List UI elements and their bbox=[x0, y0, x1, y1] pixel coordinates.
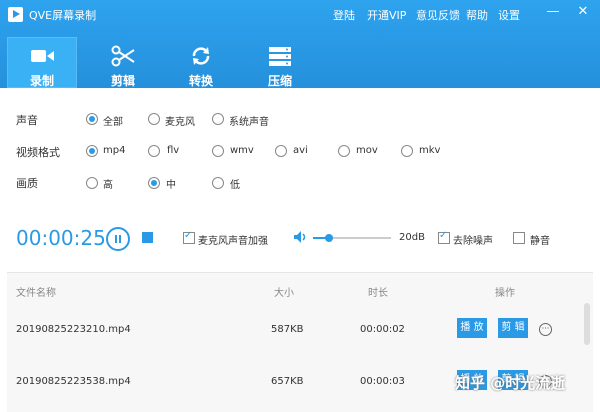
format-mkv-radio[interactable] bbox=[401, 145, 413, 157]
volume-slider-handle[interactable] bbox=[324, 234, 333, 242]
tab-convert[interactable]: 转换 bbox=[166, 37, 236, 88]
format-mp4-label: mp4 bbox=[103, 145, 126, 156]
tab-edit[interactable]: 剪辑 bbox=[88, 37, 158, 88]
scissors-icon bbox=[111, 45, 135, 67]
quality-medium-label: 中 bbox=[166, 180, 176, 191]
minimize-button[interactable]: — bbox=[544, 4, 562, 19]
login-link[interactable]: 登陆 bbox=[333, 7, 355, 23]
close-button[interactable]: ✕ bbox=[574, 4, 592, 19]
file-duration: 00:00:02 bbox=[360, 324, 405, 335]
format-avi-radio[interactable] bbox=[275, 145, 287, 157]
quality-low-radio[interactable] bbox=[212, 177, 224, 189]
stop-button[interactable] bbox=[142, 232, 153, 243]
quality-high-radio[interactable] bbox=[86, 177, 98, 189]
format-mov-label: mov bbox=[356, 145, 378, 156]
settings-link[interactable]: 设置 bbox=[498, 7, 520, 23]
col-header-actions: 操作 bbox=[495, 288, 515, 299]
audio-all-label: 全部 bbox=[103, 117, 123, 128]
quality-medium-radio[interactable] bbox=[148, 177, 160, 189]
format-flv-radio[interactable] bbox=[148, 145, 160, 157]
more-options-icon[interactable]: ··· bbox=[539, 323, 552, 336]
play-button[interactable]: 播 放 bbox=[457, 318, 487, 338]
feedback-link[interactable]: 意见反馈 bbox=[416, 7, 460, 23]
format-avi-label: avi bbox=[293, 145, 308, 156]
mic-boost-label: 麦克风声音加强 bbox=[198, 236, 268, 247]
tab-record[interactable]: 录制 bbox=[7, 37, 77, 88]
tab-compress[interactable]: 压缩 bbox=[245, 37, 315, 88]
audio-mic-label: 麦克风 bbox=[165, 117, 195, 128]
quality-low-label: 低 bbox=[230, 180, 240, 191]
compress-icon bbox=[269, 47, 291, 66]
scrollbar[interactable] bbox=[584, 303, 590, 345]
col-header-duration: 时长 bbox=[368, 288, 388, 299]
format-wmv-radio[interactable] bbox=[212, 145, 224, 157]
audio-label: 声音 bbox=[16, 114, 38, 127]
quality-high-label: 高 bbox=[103, 180, 113, 191]
video-camera-icon bbox=[31, 50, 54, 62]
audio-system-label: 系统声音 bbox=[229, 117, 269, 128]
watermark: 知乎 @时光流逝 bbox=[455, 374, 566, 392]
mute-label: 静音 bbox=[530, 236, 550, 247]
format-mov-radio[interactable] bbox=[338, 145, 350, 157]
tab-label: 压缩 bbox=[267, 74, 292, 88]
app-logo-icon bbox=[8, 7, 23, 22]
volume-db-value: 20dB bbox=[399, 232, 425, 243]
pause-button[interactable] bbox=[106, 227, 130, 251]
audio-system-radio[interactable] bbox=[212, 113, 224, 125]
tab-label: 转换 bbox=[188, 74, 213, 88]
denoise-checkbox[interactable] bbox=[438, 230, 450, 244]
recording-timer: 00:00:25 bbox=[16, 226, 106, 250]
file-name: 20190825223538.mp4 bbox=[16, 376, 131, 387]
format-wmv-label: wmv bbox=[230, 145, 254, 156]
volume-icon[interactable] bbox=[293, 230, 307, 244]
vip-link[interactable]: 开通VIP bbox=[367, 7, 406, 23]
format-mkv-label: mkv bbox=[419, 145, 441, 156]
edit-button[interactable]: 剪 辑 bbox=[498, 318, 528, 338]
volume-slider[interactable] bbox=[313, 234, 391, 242]
audio-mic-radio[interactable] bbox=[148, 113, 160, 125]
col-header-name: 文件名称 bbox=[16, 288, 56, 299]
file-name: 20190825223210.mp4 bbox=[16, 324, 131, 335]
format-flv-label: flv bbox=[167, 145, 180, 156]
format-label: 视频格式 bbox=[16, 146, 60, 159]
mute-checkbox[interactable] bbox=[513, 232, 525, 244]
format-mp4-radio[interactable] bbox=[86, 145, 98, 157]
mic-boost-checkbox[interactable] bbox=[183, 230, 195, 244]
denoise-label: 去除噪声 bbox=[453, 236, 493, 247]
tab-label: 剪辑 bbox=[110, 74, 135, 88]
convert-arrows-icon bbox=[192, 47, 210, 65]
audio-all-radio[interactable] bbox=[86, 113, 98, 125]
help-link[interactable]: 帮助 bbox=[466, 7, 488, 23]
col-header-size: 大小 bbox=[274, 288, 294, 299]
file-size: 657KB bbox=[271, 376, 304, 387]
app-title: QVE屏幕录制 bbox=[29, 9, 97, 22]
file-duration: 00:00:03 bbox=[360, 376, 405, 387]
title-bar: QVE屏幕录制 登陆 开通VIP 意见反馈 帮助 设置 — ✕ 录制 剪辑 转换 bbox=[0, 0, 600, 88]
tab-label: 录制 bbox=[29, 74, 54, 88]
quality-label: 画质 bbox=[16, 177, 38, 190]
file-size: 587KB bbox=[271, 324, 304, 335]
